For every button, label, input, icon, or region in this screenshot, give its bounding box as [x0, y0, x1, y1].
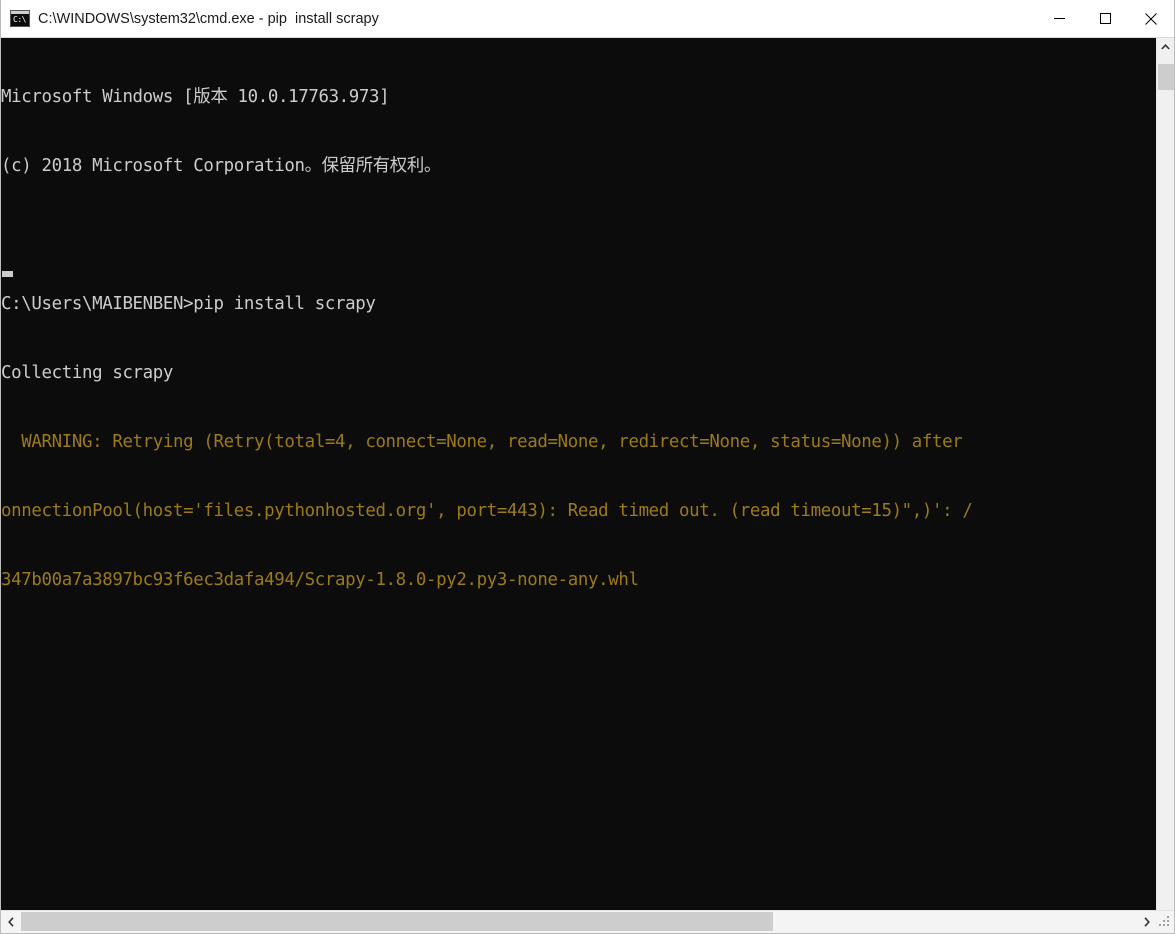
minimize-icon [1053, 18, 1065, 19]
scroll-right-button[interactable] [1137, 911, 1157, 932]
vertical-scrollbar[interactable] [1156, 38, 1174, 910]
scroll-left-button[interactable] [1, 911, 21, 932]
minimize-button[interactable] [1036, 0, 1082, 37]
console-output[interactable]: Microsoft Windows [版本 10.0.17763.973] (c… [1, 38, 1156, 910]
horizontal-scrollbar-thumb[interactable] [21, 912, 773, 931]
maximize-icon [1099, 13, 1111, 24]
cmd-icon-glyph: C:\ [13, 15, 26, 24]
cmd-exe-icon[interactable]: C:\ [10, 10, 30, 27]
window-controls [1036, 0, 1174, 37]
window-title: C:\WINDOWS\system32\cmd.exe - pip instal… [38, 10, 379, 27]
text-cursor [2, 271, 13, 277]
cmd-window: C:\ C:\WINDOWS\system32\cmd.exe - pip in… [0, 0, 1175, 934]
chevron-up-icon [1161, 44, 1170, 50]
close-icon [1145, 12, 1157, 25]
console-line: Microsoft Windows [版本 10.0.17763.973] [1, 87, 390, 107]
title-bar[interactable]: C:\ C:\WINDOWS\system32\cmd.exe - pip in… [1, 0, 1174, 38]
horizontal-scrollbar[interactable] [1, 910, 1174, 933]
console-line: C:\Users\MAIBENBEN>pip install scrapy [1, 294, 376, 314]
scroll-up-button[interactable] [1157, 38, 1174, 56]
console-area: Microsoft Windows [版本 10.0.17763.973] (c… [1, 38, 1174, 910]
console-text-block: Microsoft Windows [版本 10.0.17763.973] (c… [1, 40, 1156, 638]
cmd-icon-titlestrip [11, 11, 29, 14]
console-line-warning: WARNING: Retrying (Retry(total=4, connec… [1, 432, 963, 452]
console-line-warning: onnectionPool(host='files.pythonhosted.o… [1, 501, 973, 521]
chevron-left-icon [8, 916, 14, 927]
horizontal-scrollbar-track[interactable] [21, 911, 1137, 933]
title-bar-left: C:\ C:\WINDOWS\system32\cmd.exe - pip in… [1, 10, 1036, 27]
console-line: (c) 2018 Microsoft Corporation。保留所有权利。 [1, 156, 441, 176]
vertical-scrollbar-thumb[interactable] [1158, 64, 1174, 90]
close-button[interactable] [1128, 0, 1174, 37]
resize-grip[interactable] [1157, 911, 1174, 933]
chevron-right-icon [1144, 916, 1150, 927]
maximize-button[interactable] [1082, 0, 1128, 37]
console-line-warning: 347b00a7a3897bc93f6ec3dafa494/Scrapy-1.8… [1, 570, 639, 590]
console-line: Collecting scrapy [1, 363, 174, 383]
